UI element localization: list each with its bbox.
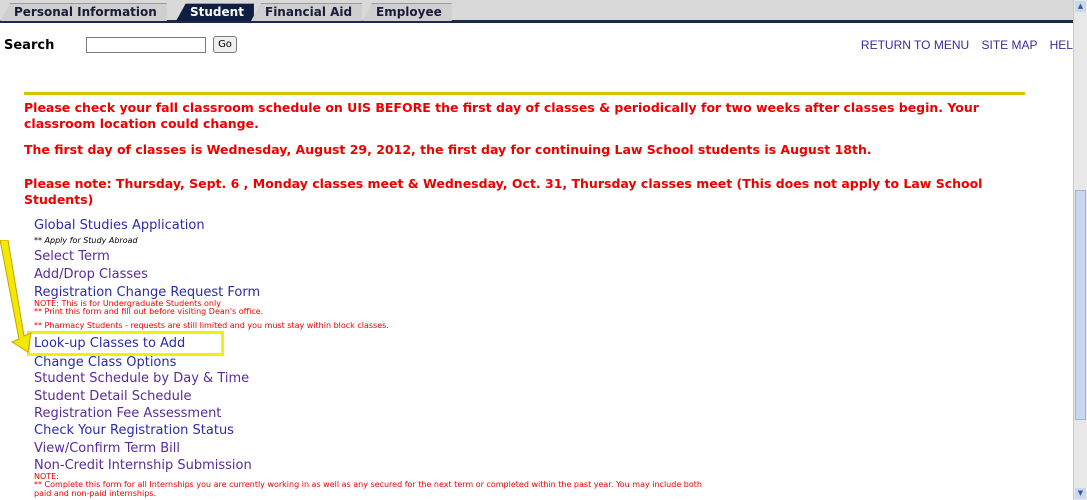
menu-non-credit-internship-submission[interactable]: Non-Credit Internship Submission [34,458,252,473]
vertical-scrollbar[interactable]: ▲ ▼ [1073,0,1087,500]
scroll-thumb[interactable] [1075,190,1086,420]
scroll-up-icon[interactable]: ▲ [1075,1,1086,12]
menu-registration-fee-assessment[interactable]: Registration Fee Assessment [34,406,221,421]
highlight-box [27,331,224,356]
internship-note-3: paid and non-paid internships. [34,489,156,498]
menu-student-schedule-day-time[interactable]: Student Schedule by Day & Time [34,371,249,386]
menu-check-registration-status[interactable]: Check Your Registration Status [34,423,234,438]
menu-add-drop-classes[interactable]: Add/Drop Classes [34,267,148,282]
go-button[interactable]: Go [213,36,237,53]
menu-change-class-options[interactable]: Change Class Options [34,355,176,370]
scroll-down-icon[interactable]: ▼ [1075,488,1086,499]
tab-employee[interactable]: Employee [362,3,452,21]
return-to-menu-link[interactable]: RETURN TO MENU [861,38,969,52]
menu-select-term[interactable]: Select Term [34,249,110,264]
global-studies-note: ** Apply for Study Abroad [34,236,138,245]
reg-change-note-3: ** Pharmacy Students - requests are stil… [34,321,389,330]
tab-bar: Personal Information Student Financial A… [0,0,1074,23]
annotation-arrow-icon [0,240,32,353]
menu-view-confirm-term-bill[interactable]: View/Confirm Term Bill [34,441,180,456]
search-input[interactable] [86,37,206,53]
tab-financial-aid[interactable]: Financial Aid [251,3,363,21]
search-label: Search [4,38,55,53]
menu-student-detail-schedule[interactable]: Student Detail Schedule [34,389,191,404]
notice-first-day: The first day of classes is Wednesday, A… [24,142,872,157]
menu-global-studies-application[interactable]: Global Studies Application [34,218,205,233]
notice-classroom-schedule: Please check your fall classroom schedul… [24,100,979,131]
menu-registration-change-request-form[interactable]: Registration Change Request Form [34,285,260,300]
site-map-link[interactable]: SITE MAP [982,38,1038,52]
top-links: RETURN TO MENU SITE MAP HELP [852,38,1081,52]
tab-personal-information[interactable]: Personal Information [0,3,167,21]
divider-rule [24,92,1025,95]
tab-student[interactable]: Student [176,3,254,21]
notice-schedule-change: Please note: Thursday, Sept. 6 , Monday … [24,176,983,207]
reg-change-note-2: ** Print this form and fill out before v… [34,307,264,316]
